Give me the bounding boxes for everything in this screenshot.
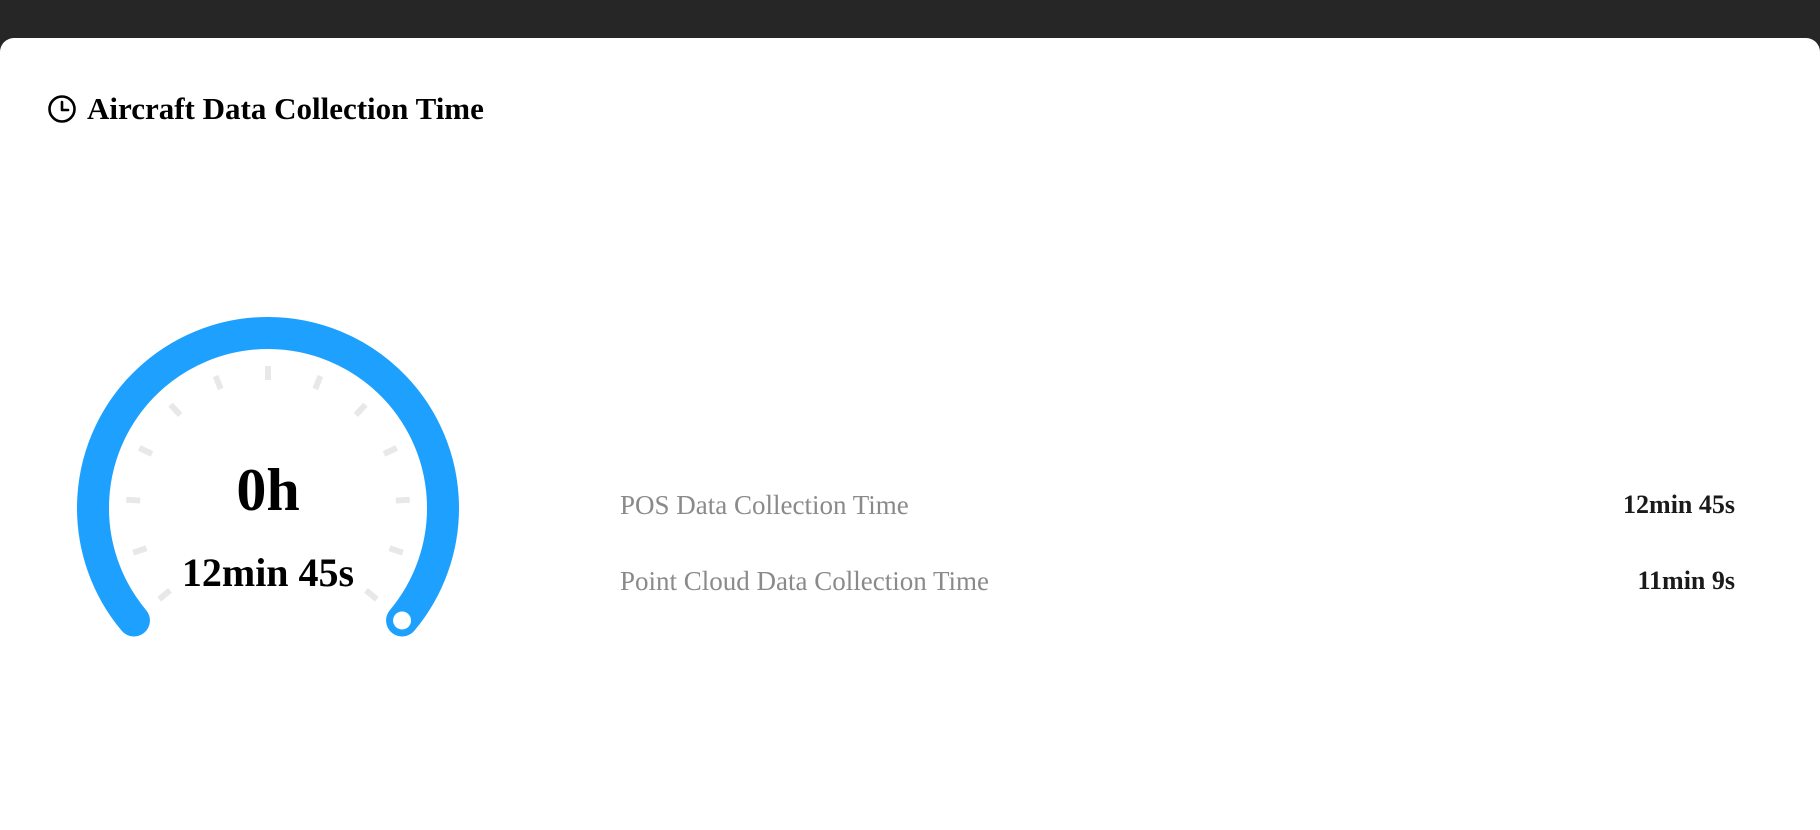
gauge-tick xyxy=(132,545,148,556)
gauge-tick xyxy=(212,374,224,391)
stat-label: Point Cloud Data Collection Time xyxy=(620,565,990,596)
stat-row-pos: POS Data Collection Time 12min 45s xyxy=(620,483,1735,527)
panel-header: Aircraft Data Collection Time xyxy=(47,91,484,127)
gauge-tick xyxy=(382,445,398,457)
collection-time-gauge: 0h 12min 45s xyxy=(68,308,468,708)
stat-value: 12min 45s xyxy=(1623,490,1735,519)
gauge-tick xyxy=(353,402,368,417)
stat-row-point-cloud: Point Cloud Data Collection Time 11min 9… xyxy=(620,559,1735,603)
gauge-tick xyxy=(388,545,404,556)
gauge-tick xyxy=(312,374,324,391)
top-bar xyxy=(0,0,1820,38)
gauge-minutes-value: 12min 45s xyxy=(181,550,355,595)
gauge-tick xyxy=(138,445,154,457)
clock-icon xyxy=(48,95,76,123)
collection-time-panel: Aircraft Data Collection Time 0h 12min 4… xyxy=(0,38,1820,830)
gauge-end-marker xyxy=(393,611,412,630)
panel-title: Aircraft Data Collection Time xyxy=(87,91,484,126)
gauge-tick xyxy=(168,402,183,417)
stat-label: POS Data Collection Time xyxy=(620,489,909,520)
stat-value: 11min 9s xyxy=(1637,566,1735,595)
gauge-hours-value: 0h xyxy=(236,457,300,523)
stats-list: POS Data Collection Time 12min 45s Point… xyxy=(620,483,1735,635)
